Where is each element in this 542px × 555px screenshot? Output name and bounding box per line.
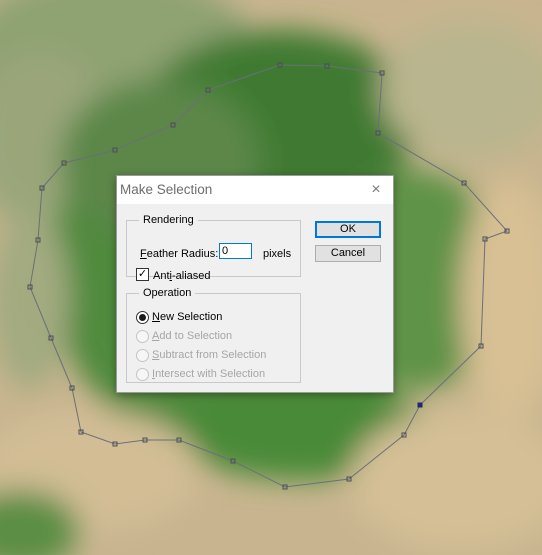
make-selection-dialog: Make Selection × Rendering Feather Radiu… [116,175,394,393]
feather-radius-input[interactable] [219,243,252,259]
intersect-with-selection-label[interactable]: Intersect with Selection [152,368,265,380]
feather-radius-label: Feather Radius: [140,248,219,260]
operation-legend: Operation [143,287,192,299]
anti-aliased-checkbox[interactable]: ✓ [136,268,149,281]
ok-button[interactable]: OK [315,221,381,238]
subtract-from-selection-label[interactable]: Subtract from Selection [152,349,266,361]
dialog-title: Make Selection [120,182,213,197]
feather-unit-label: pixels [263,248,292,260]
close-icon[interactable]: × [365,179,387,201]
subtract-from-selection-radio[interactable] [136,349,149,362]
intersect-with-selection-radio[interactable] [136,368,149,381]
checkmark-icon: ✓ [137,268,148,280]
new-selection-radio[interactable] [136,311,149,324]
anti-aliased-label[interactable]: Anti-aliased [153,270,211,282]
add-to-selection-radio[interactable] [136,330,149,343]
operation-group: Operation New Selection Add to Selection… [126,287,301,383]
add-to-selection-label[interactable]: Add to Selection [152,330,232,342]
dialog-titlebar[interactable]: Make Selection × [117,176,393,204]
rendering-legend: Rendering [143,214,194,226]
new-selection-label[interactable]: New Selection [152,311,222,323]
cancel-button[interactable]: Cancel [315,245,381,262]
rendering-group: Rendering Feather Radius: pixels ✓ Anti-… [126,214,301,282]
